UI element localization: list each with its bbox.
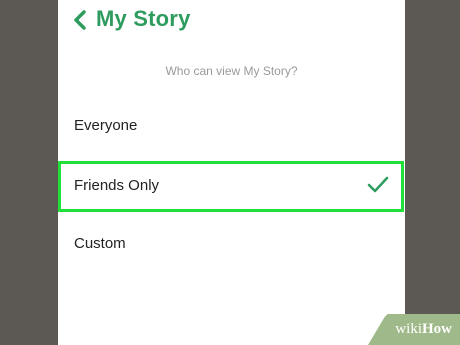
option-custom[interactable]: Custom (58, 219, 405, 269)
checkmark-icon (367, 175, 389, 195)
option-label: Friends Only (74, 177, 160, 194)
watermark-text: wikiHow (395, 321, 452, 338)
option-friends-only[interactable]: Friends Only (58, 161, 404, 212)
option-everyone[interactable]: Everyone (58, 101, 405, 151)
watermark-how: How (422, 321, 452, 337)
header: My Story (58, 0, 405, 42)
chevron-left-icon[interactable] (71, 8, 89, 32)
option-label: Everyone (74, 117, 138, 134)
watermark-wiki: wiki (395, 321, 422, 337)
story-privacy-screen: My Story Who can view My Story? Everyone… (58, 0, 405, 345)
option-label: Custom (74, 235, 126, 252)
privacy-prompt: Who can view My Story? (165, 64, 298, 78)
page-title: My Story (96, 6, 191, 31)
